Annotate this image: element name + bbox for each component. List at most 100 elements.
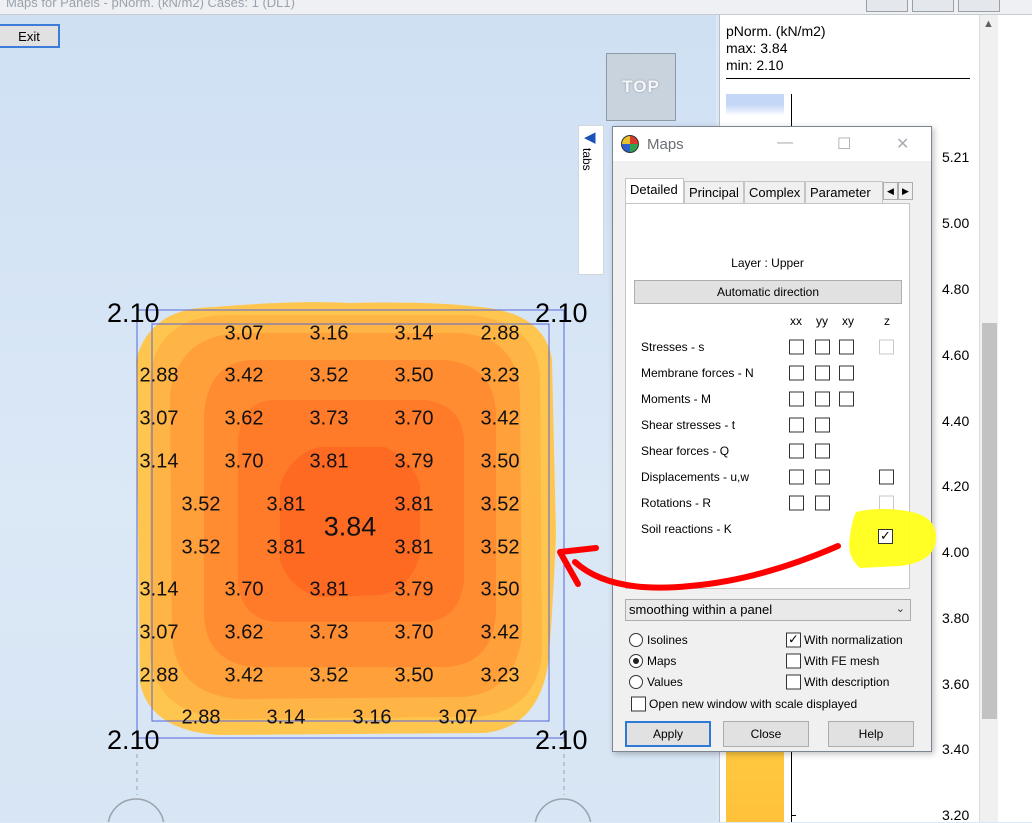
map-value: 3.07 [139, 407, 179, 430]
minimize-button[interactable] [866, 0, 908, 12]
checkbox-shear-stresses-yy[interactable] [815, 417, 830, 433]
checkbox-with-fe-mesh[interactable] [786, 653, 801, 669]
checkbox-with-normalization[interactable]: ✓ [786, 632, 801, 648]
automatic-direction-button[interactable]: Automatic direction [634, 280, 902, 304]
row-displacements: Displacements - u,w [641, 470, 750, 484]
checkbox-shear-stresses-xx[interactable] [789, 417, 804, 433]
close-button[interactable]: Close [723, 721, 809, 747]
radio-values[interactable] [629, 675, 643, 689]
map-value: 3.81 [266, 493, 306, 516]
checkbox-displacements-u[interactable] [789, 469, 804, 485]
grid-axis-marker [107, 798, 165, 822]
close-window-button[interactable] [958, 0, 1000, 12]
map-value: 3.50 [480, 578, 520, 601]
checkbox-displacements-v[interactable] [815, 469, 830, 485]
map-value: 3.70 [224, 450, 264, 473]
scale-tick-label: 3.60 [942, 676, 970, 692]
close-icon[interactable]: ✕ [896, 134, 909, 154]
checkbox-rotations-xx[interactable] [789, 495, 804, 511]
map-value: 2.88 [480, 322, 520, 345]
checkbox-moments-xy[interactable] [839, 391, 854, 407]
map-value: 3.42 [480, 621, 520, 644]
checkbox-rotations-z[interactable] [879, 495, 894, 511]
map-value: 3.52 [309, 364, 349, 387]
grid-axis-marker [534, 798, 592, 822]
minimize-icon[interactable]: — [777, 134, 793, 152]
map-value: 3.81 [266, 536, 306, 559]
row-membrane-forces: Membrane forces - N [641, 366, 754, 380]
map-value: 3.52 [480, 536, 520, 559]
map-value: 3.81 [309, 450, 349, 473]
map-value: 3.07 [224, 322, 264, 345]
checkbox-membrane-yy[interactable] [815, 365, 830, 381]
scroll-up-icon[interactable]: ▲ [983, 18, 994, 30]
map-value: 3.52 [181, 493, 221, 516]
help-button[interactable]: Help [828, 721, 914, 747]
map-value: 3.52 [181, 536, 221, 559]
scale-tick-label: 5.00 [942, 215, 970, 231]
row-rotations: Rotations - R [641, 496, 712, 510]
checkbox-shear-forces-xx[interactable] [789, 443, 804, 459]
checkbox-moments-xx[interactable] [789, 391, 804, 407]
maximize-button[interactable] [912, 0, 954, 12]
tab-parameter[interactable]: Parameter [805, 181, 883, 203]
checkbox-displacements-w[interactable] [879, 469, 894, 485]
checkbox-shear-forces-yy[interactable] [815, 443, 830, 459]
column-header-yy: yy [816, 314, 828, 328]
map-value: 3.62 [224, 621, 264, 644]
checkbox-with-description[interactable] [786, 674, 801, 690]
checkbox-soil-reactions-z[interactable]: ✓ [878, 529, 893, 544]
map-value: 3.07 [438, 706, 478, 729]
apply-button[interactable]: Apply [625, 721, 711, 747]
map-value: 3.42 [480, 407, 520, 430]
scale-scrollbar[interactable]: ▲ [979, 15, 999, 822]
map-canvas[interactable]: Exit TOP ◀ tabs 2.10 2.10 2.10 2.10 3.07… [0, 15, 716, 822]
with-fe-mesh-label: With FE mesh [804, 654, 880, 668]
map-value: 3.79 [394, 578, 434, 601]
window-titlebar: Maps for Panels - pNorm. (kN/m2) Cases: … [0, 0, 1032, 15]
scrollbar-thumb[interactable] [982, 323, 997, 719]
contour-map [107, 302, 592, 822]
with-description-label: With description [804, 675, 890, 689]
scale-tick-label: 5.21 [942, 149, 970, 165]
row-soil-reactions: Soil reactions - K [641, 522, 732, 536]
scale-title: pNorm. (kN/m2) [726, 23, 826, 39]
maximize-icon[interactable]: ☐ [837, 134, 851, 154]
dialog-titlebar[interactable]: Maps — ☐ ✕ [613, 127, 931, 161]
chevron-down-icon[interactable]: ⌄ [896, 602, 905, 615]
checkbox-stresses-xy[interactable] [839, 339, 854, 355]
tab-detailed[interactable]: Detailed [625, 178, 684, 203]
checkbox-membrane-xy[interactable] [839, 365, 854, 381]
detailed-panel: Layer : Upper Automatic direction xx yy … [625, 203, 910, 589]
map-value: 3.81 [394, 493, 434, 516]
map-value: 3.42 [224, 364, 264, 387]
tab-scroll-right-icon[interactable]: ▶ [898, 182, 913, 200]
map-value: 3.50 [480, 450, 520, 473]
scale-min: min: 2.10 [726, 57, 784, 73]
map-value: 3.23 [480, 664, 520, 687]
tab-complex[interactable]: Complex [744, 181, 805, 203]
checkbox-moments-yy[interactable] [815, 391, 830, 407]
map-value: 3.42 [224, 664, 264, 687]
checkbox-stresses-yy[interactable] [815, 339, 830, 355]
isolines-label: Isolines [647, 633, 688, 647]
map-value: 3.16 [352, 706, 392, 729]
radio-maps[interactable] [629, 654, 643, 668]
checkbox-open-new-window[interactable] [631, 696, 646, 712]
tab-scroll-left-icon[interactable]: ◀ [883, 182, 898, 200]
checkbox-stresses-z[interactable] [879, 339, 894, 355]
map-value: 3.73 [309, 407, 349, 430]
checkbox-rotations-yy[interactable] [815, 495, 830, 511]
radio-isolines[interactable] [629, 633, 643, 647]
map-value: 3.73 [309, 621, 349, 644]
maps-dialog: Maps — ☐ ✕ Detailed Principal Complex Pa… [612, 126, 932, 752]
checkbox-membrane-xx[interactable] [789, 365, 804, 381]
map-value: 2.88 [139, 364, 179, 387]
tab-principal[interactable]: Principal [684, 181, 744, 203]
smoothing-dropdown[interactable]: smoothing within a panel ⌄ [625, 599, 911, 621]
map-max-value: 3.84 [323, 511, 377, 542]
checkbox-stresses-xx[interactable] [789, 339, 804, 355]
scale-tick-mark [791, 815, 796, 816]
dialog-title: Maps [647, 136, 684, 153]
maps-app-icon [621, 135, 639, 153]
